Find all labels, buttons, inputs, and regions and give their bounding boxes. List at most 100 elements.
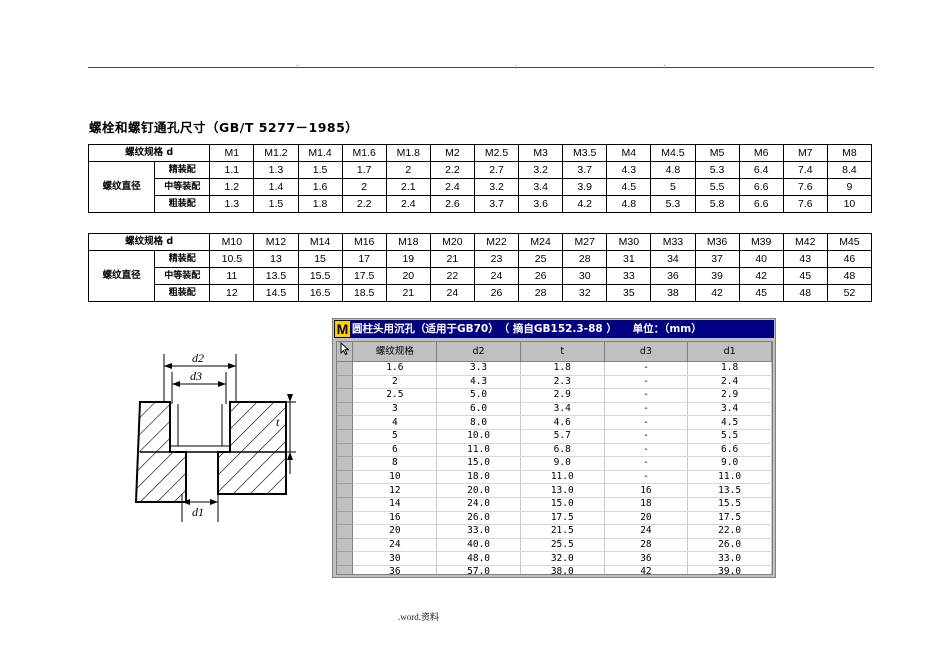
- row-selector[interactable]: [337, 483, 354, 498]
- grid-row[interactable]: 16 26.0 17.5 20 17.5: [337, 511, 772, 526]
- grid-cell[interactable]: -: [604, 361, 689, 376]
- grid-cell[interactable]: 20: [604, 511, 689, 526]
- grid-cell[interactable]: 36: [604, 551, 689, 566]
- grid-cell[interactable]: -: [604, 388, 689, 403]
- grid-cell[interactable]: 25.5: [520, 538, 605, 553]
- data-grid[interactable]: 螺纹规格 d2 t d3 d1 1.6 3.3 1.8-1.8 2 4.3 2.3-2.4 2.5 5.…: [336, 341, 773, 575]
- row-selector[interactable]: [337, 402, 354, 417]
- row-selector[interactable]: [337, 388, 354, 403]
- row-selector[interactable]: [337, 470, 354, 485]
- grid-row[interactable]: 20 33.0 21.5 24 22.0: [337, 524, 772, 539]
- grid-cell[interactable]: 3.3: [436, 361, 521, 376]
- grid-cell[interactable]: 13.0: [520, 483, 605, 498]
- grid-cell[interactable]: 38.0: [520, 565, 605, 574]
- grid-cell[interactable]: 21.5: [520, 524, 605, 539]
- grid-cell[interactable]: 42: [604, 565, 689, 574]
- grid-row[interactable]: 4 8.0 4.6-4.5: [337, 415, 772, 430]
- grid-cell[interactable]: 14: [352, 497, 438, 512]
- grid-column-header[interactable]: 螺纹规格: [352, 342, 438, 362]
- grid-cell[interactable]: 11.0: [436, 443, 521, 458]
- grid-cell[interactable]: 5.7: [520, 429, 605, 444]
- grid-cell[interactable]: 3.4: [687, 402, 772, 417]
- grid-cell[interactable]: 24: [352, 538, 438, 553]
- grid-cell[interactable]: 36: [352, 565, 438, 574]
- grid-cell[interactable]: 10.0: [436, 429, 521, 444]
- grid-cell[interactable]: 6: [352, 443, 438, 458]
- grid-row[interactable]: 5 10.0 5.7-5.5: [337, 429, 772, 444]
- grid-column-header[interactable]: d3: [604, 342, 689, 362]
- grid-cell[interactable]: 13.5: [687, 483, 772, 498]
- grid-cell[interactable]: -: [604, 375, 689, 390]
- grid-cell[interactable]: -: [604, 456, 689, 471]
- grid-cell[interactable]: 24.0: [436, 497, 521, 512]
- grid-cell[interactable]: 22.0: [687, 524, 772, 539]
- grid-cell[interactable]: 24: [604, 524, 689, 539]
- grid-row[interactable]: 6 11.0 6.8-6.6: [337, 443, 772, 458]
- grid-cell[interactable]: 2.9: [520, 388, 605, 403]
- row-selector[interactable]: [337, 375, 354, 390]
- grid-row[interactable]: 30 48.0 32.0 36 33.0: [337, 551, 772, 566]
- grid-cell[interactable]: 2.9: [687, 388, 772, 403]
- grid-cell[interactable]: 20: [352, 524, 438, 539]
- grid-cell[interactable]: 12: [352, 483, 438, 498]
- grid-cell[interactable]: -: [604, 443, 689, 458]
- grid-cell[interactable]: 6.0: [436, 402, 521, 417]
- row-selector[interactable]: [337, 443, 354, 458]
- grid-cell[interactable]: 10: [352, 470, 438, 485]
- grid-cell[interactable]: 9.0: [520, 456, 605, 471]
- grid-column-header[interactable]: t: [520, 342, 605, 362]
- grid-cell[interactable]: 33.0: [436, 524, 521, 539]
- row-selector[interactable]: [337, 497, 354, 512]
- grid-column-header[interactable]: d1: [687, 342, 772, 362]
- grid-cell[interactable]: 17.5: [687, 511, 772, 526]
- grid-row[interactable]: 1.6 3.3 1.8-1.8: [337, 361, 772, 376]
- grid-row[interactable]: 2.5 5.0 2.9-2.9: [337, 388, 772, 403]
- grid-cell[interactable]: -: [604, 402, 689, 417]
- grid-cell[interactable]: 15.0: [436, 456, 521, 471]
- grid-row[interactable]: 3 6.0 3.4-3.4: [337, 402, 772, 417]
- grid-cell[interactable]: 26.0: [687, 538, 772, 553]
- grid-cell[interactable]: 4.3: [436, 375, 521, 390]
- row-selector[interactable]: [337, 361, 354, 376]
- grid-cell[interactable]: 5.0: [436, 388, 521, 403]
- grid-cell[interactable]: 8: [352, 456, 438, 471]
- row-selector[interactable]: [337, 415, 354, 430]
- grid-row[interactable]: 12 20.0 13.0 16 13.5: [337, 483, 772, 498]
- grid-row[interactable]: 10 18.0 11.0-11.0: [337, 470, 772, 485]
- row-selector[interactable]: [337, 538, 354, 553]
- grid-cell[interactable]: 48.0: [436, 551, 521, 566]
- grid-cell[interactable]: 5.5: [687, 429, 772, 444]
- grid-cell[interactable]: 16: [604, 483, 689, 498]
- grid-cell[interactable]: 5: [352, 429, 438, 444]
- grid-cell[interactable]: 4.6: [520, 415, 605, 430]
- grid-cell[interactable]: -: [604, 429, 689, 444]
- row-selector[interactable]: [337, 524, 354, 539]
- grid-cell[interactable]: 9.0: [687, 456, 772, 471]
- grid-cell[interactable]: 30: [352, 551, 438, 566]
- grid-row[interactable]: 36 57.0 38.0 42 39.0: [337, 565, 772, 574]
- grid-cell[interactable]: 8.0: [436, 415, 521, 430]
- grid-cell[interactable]: 1.8: [520, 361, 605, 376]
- grid-cell[interactable]: 26.0: [436, 511, 521, 526]
- row-selector[interactable]: [337, 511, 354, 526]
- grid-cell[interactable]: 33.0: [687, 551, 772, 566]
- row-selector[interactable]: [337, 565, 354, 574]
- grid-cell[interactable]: 18.0: [436, 470, 521, 485]
- grid-cell[interactable]: 40.0: [436, 538, 521, 553]
- grid-cell[interactable]: 16: [352, 511, 438, 526]
- grid-cell[interactable]: 1.8: [687, 361, 772, 376]
- grid-cell[interactable]: -: [604, 415, 689, 430]
- grid-cell[interactable]: 3.4: [520, 402, 605, 417]
- grid-column-header[interactable]: d2: [436, 342, 521, 362]
- grid-cell[interactable]: 6.8: [520, 443, 605, 458]
- grid-cell[interactable]: 15.5: [687, 497, 772, 512]
- grid-cell[interactable]: 20.0: [436, 483, 521, 498]
- grid-cell[interactable]: 39.0: [687, 565, 772, 574]
- grid-cell[interactable]: -: [604, 470, 689, 485]
- grid-cell[interactable]: 2.4: [687, 375, 772, 390]
- grid-row[interactable]: 8 15.0 9.0-9.0: [337, 456, 772, 471]
- grid-cell[interactable]: 3: [352, 402, 438, 417]
- grid-cell[interactable]: 11.0: [520, 470, 605, 485]
- grid-cell[interactable]: 4: [352, 415, 438, 430]
- grid-cell[interactable]: 11.0: [687, 470, 772, 485]
